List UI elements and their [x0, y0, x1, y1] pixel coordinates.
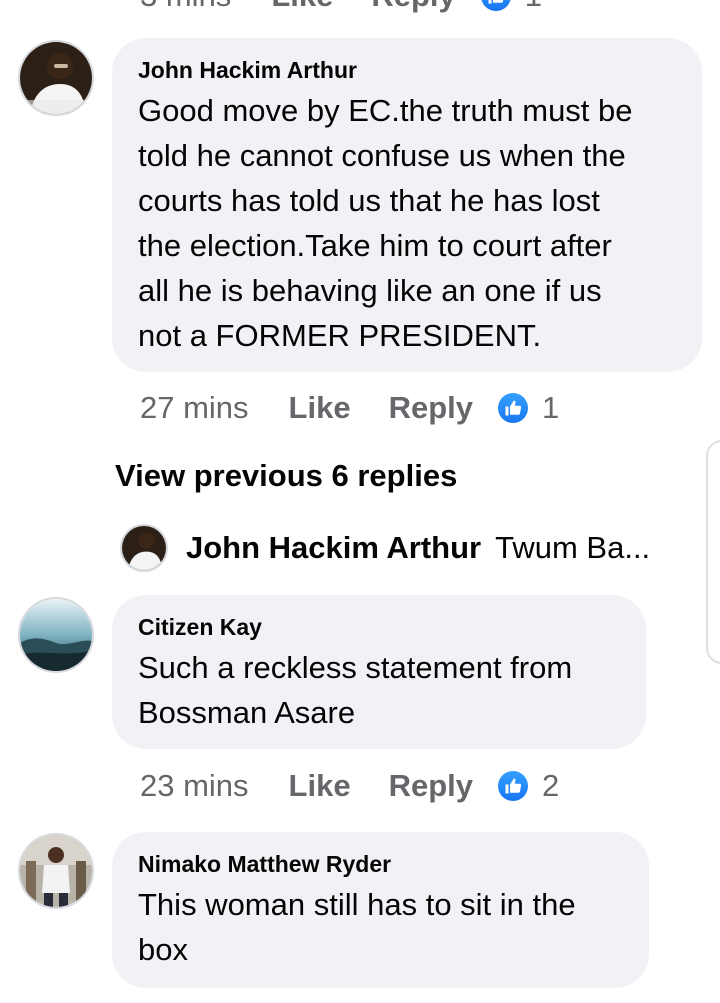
- avatar: [120, 524, 168, 572]
- comment-text: Good move by EC.the truth must be told h…: [138, 93, 633, 353]
- comment-meta: 23 mins Like Reply 2: [140, 766, 559, 806]
- reply-preview-author: John Hackim Arthur: [186, 530, 482, 565]
- reply-button[interactable]: Reply: [371, 0, 455, 16]
- comment-meta: 27 mins Like Reply 1: [140, 388, 559, 428]
- comment-bubble[interactable]: Citizen Kay Such a reckless statement fr…: [112, 595, 646, 749]
- reaction-count[interactable]: 1: [542, 388, 559, 428]
- comment-author[interactable]: Nimako Matthew Ryder: [138, 850, 649, 878]
- reply-preview[interactable]: John Hackim Arthur Twum Ba...: [120, 523, 650, 573]
- edge-card: [706, 440, 720, 664]
- avatar[interactable]: [18, 40, 94, 116]
- comment-time: 27 mins: [140, 390, 249, 425]
- like-button[interactable]: Like: [271, 0, 333, 16]
- reply-button[interactable]: Reply: [389, 388, 473, 428]
- comment-author[interactable]: Citizen Kay: [138, 613, 646, 641]
- thumbs-up-icon: [480, 0, 511, 11]
- comment-time: 3 mins: [140, 0, 231, 16]
- comment-time: 23 mins: [140, 768, 249, 803]
- reply-button[interactable]: Reply: [389, 766, 473, 806]
- comment-bubble[interactable]: John Hackim Arthur Good move by EC.the t…: [112, 38, 702, 372]
- reaction-count[interactable]: 2: [542, 766, 559, 806]
- thumbs-up-icon: [498, 771, 528, 801]
- like-button[interactable]: Like: [289, 766, 351, 806]
- comment-author[interactable]: John Hackim Arthur: [138, 56, 702, 84]
- reply-preview-text: Twum Ba...: [495, 530, 651, 565]
- comment-bubble[interactable]: Nimako Matthew Ryder This woman still ha…: [112, 832, 649, 988]
- like-button[interactable]: Like: [289, 388, 351, 428]
- comment-text: Such a reckless statement from Bossman A…: [138, 650, 573, 730]
- top-comment-meta: 3 mins Like Reply 1: [140, 0, 542, 16]
- comment-text: This woman still has to sit in the box: [138, 887, 576, 967]
- thumbs-up-icon: [498, 393, 528, 423]
- reaction-count: 1: [525, 0, 542, 16]
- avatar[interactable]: [18, 597, 94, 673]
- view-previous-replies-link[interactable]: View previous 6 replies: [115, 456, 457, 496]
- avatar[interactable]: [18, 833, 94, 909]
